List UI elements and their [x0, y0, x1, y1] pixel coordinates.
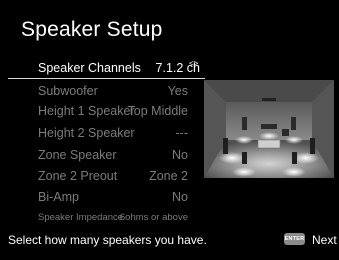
- setting-value: Top Middle: [127, 104, 188, 118]
- setting-value: 6ohms or above: [119, 212, 188, 223]
- enter-button-icon[interactable]: ENTER: [284, 233, 305, 245]
- setting-label: Height 2 Speaker: [38, 126, 135, 140]
- setting-label: Speaker Impedance: [38, 212, 124, 223]
- left-right-arrows-icon[interactable]: <>: [189, 59, 198, 68]
- setting-value: Zone 2: [149, 169, 188, 183]
- speaker-layout-diagram: [204, 80, 334, 178]
- help-text: Select how many speakers you have.: [8, 233, 207, 247]
- selection-underline: [8, 78, 205, 79]
- setting-value: Yes: [167, 84, 188, 98]
- setting-label: Bi-Amp: [38, 190, 79, 204]
- setting-value: ---: [175, 126, 189, 140]
- next-label[interactable]: Next: [312, 233, 337, 247]
- setting-value: No: [172, 148, 188, 162]
- setting-label: Speaker Channels: [38, 61, 141, 75]
- setting-label: Zone 2 Preout: [38, 169, 118, 183]
- page-title: Speaker Setup: [21, 18, 163, 41]
- setting-label: Height 1 Speaker: [38, 104, 135, 118]
- setting-label: Subwoofer: [38, 84, 98, 98]
- setting-label: Zone Speaker: [38, 148, 117, 162]
- setting-value: No: [172, 190, 188, 204]
